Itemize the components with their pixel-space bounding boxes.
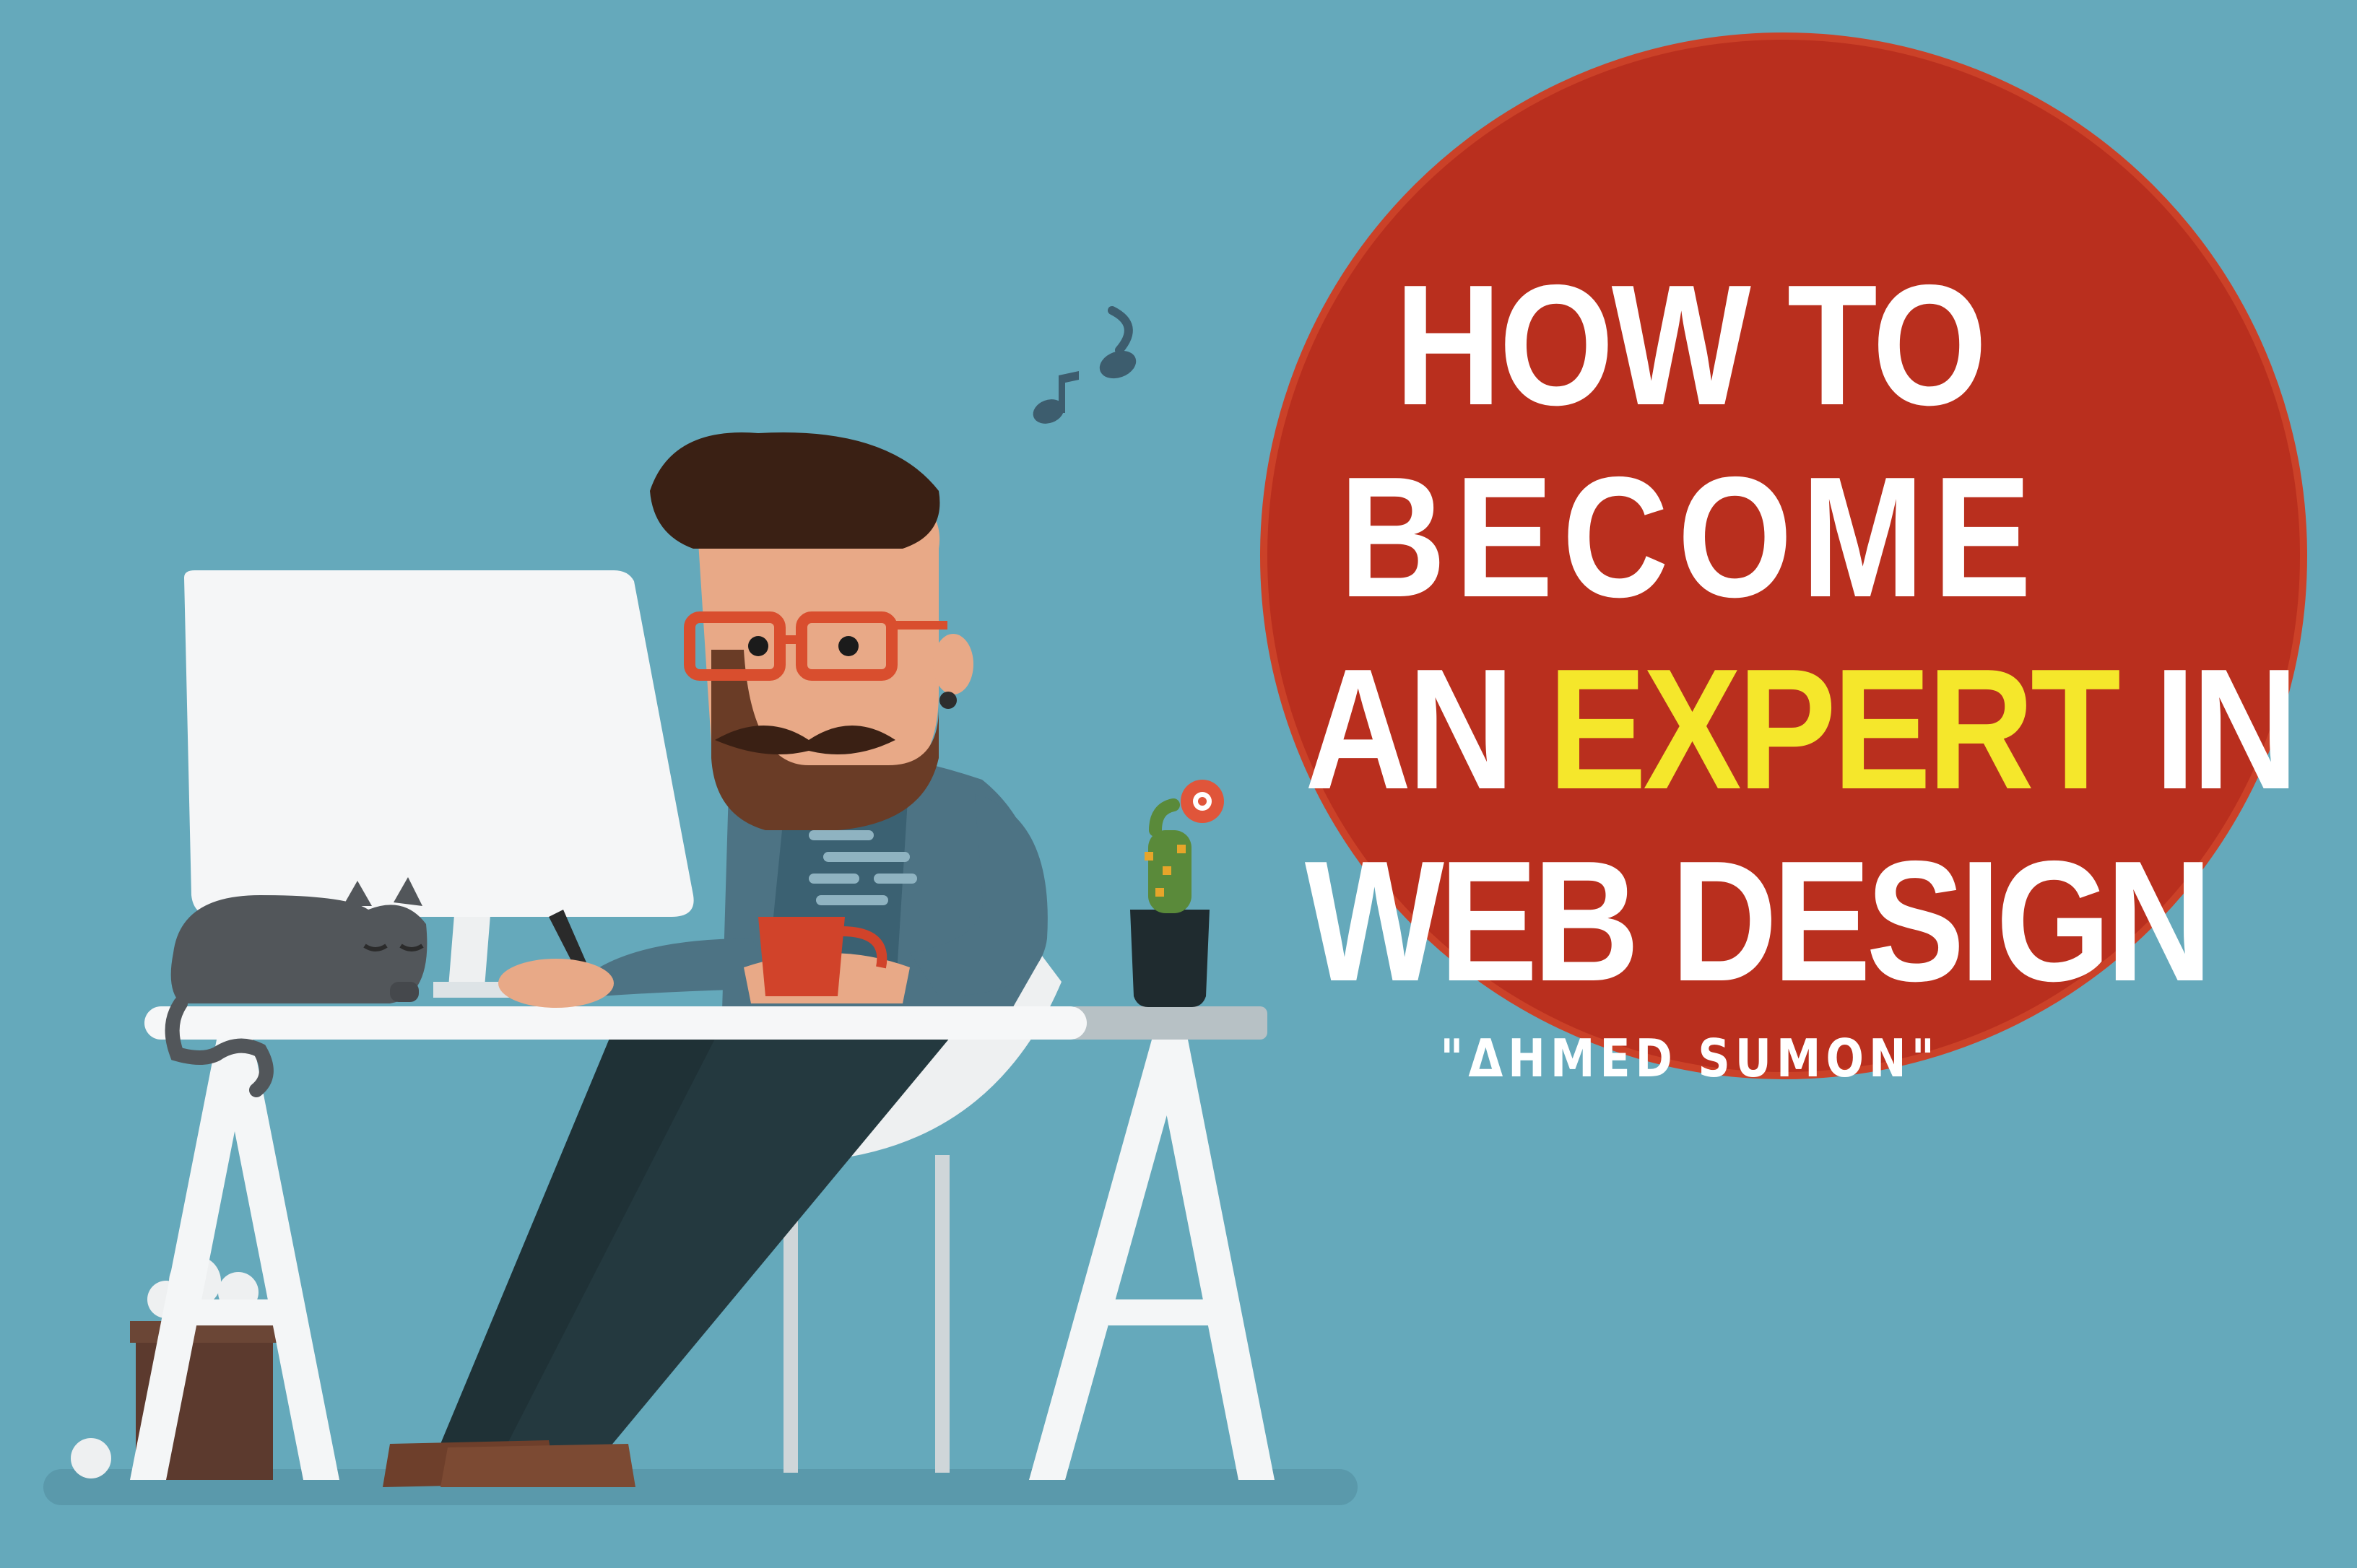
cat-icon	[165, 877, 427, 1097]
man-legs	[383, 1011, 960, 1487]
headline-line-3-end: IN	[2117, 634, 2299, 825]
headline-line-3-start: AN	[1304, 634, 1548, 825]
music-note-icon	[1033, 306, 1137, 424]
headline-line-4: WEB DESIGN	[1304, 826, 2213, 1017]
headline-line-2: BECOME	[1339, 442, 2041, 633]
headline: HOW TO BECOME AN EXPERT IN WEB DESIGN "Δ…	[1304, 250, 2299, 1089]
headline-line-3: AN EXPERT IN	[1305, 644, 2299, 816]
man-head	[650, 432, 973, 830]
desk-top	[144, 1006, 1267, 1040]
cactus-plant-icon	[1130, 780, 1224, 1007]
author-name: "ΔHMED SUMON"	[1440, 1028, 1940, 1089]
headline-line-1: HOW TO	[1394, 250, 1987, 441]
headline-highlight: EXPERT	[1548, 634, 2121, 825]
